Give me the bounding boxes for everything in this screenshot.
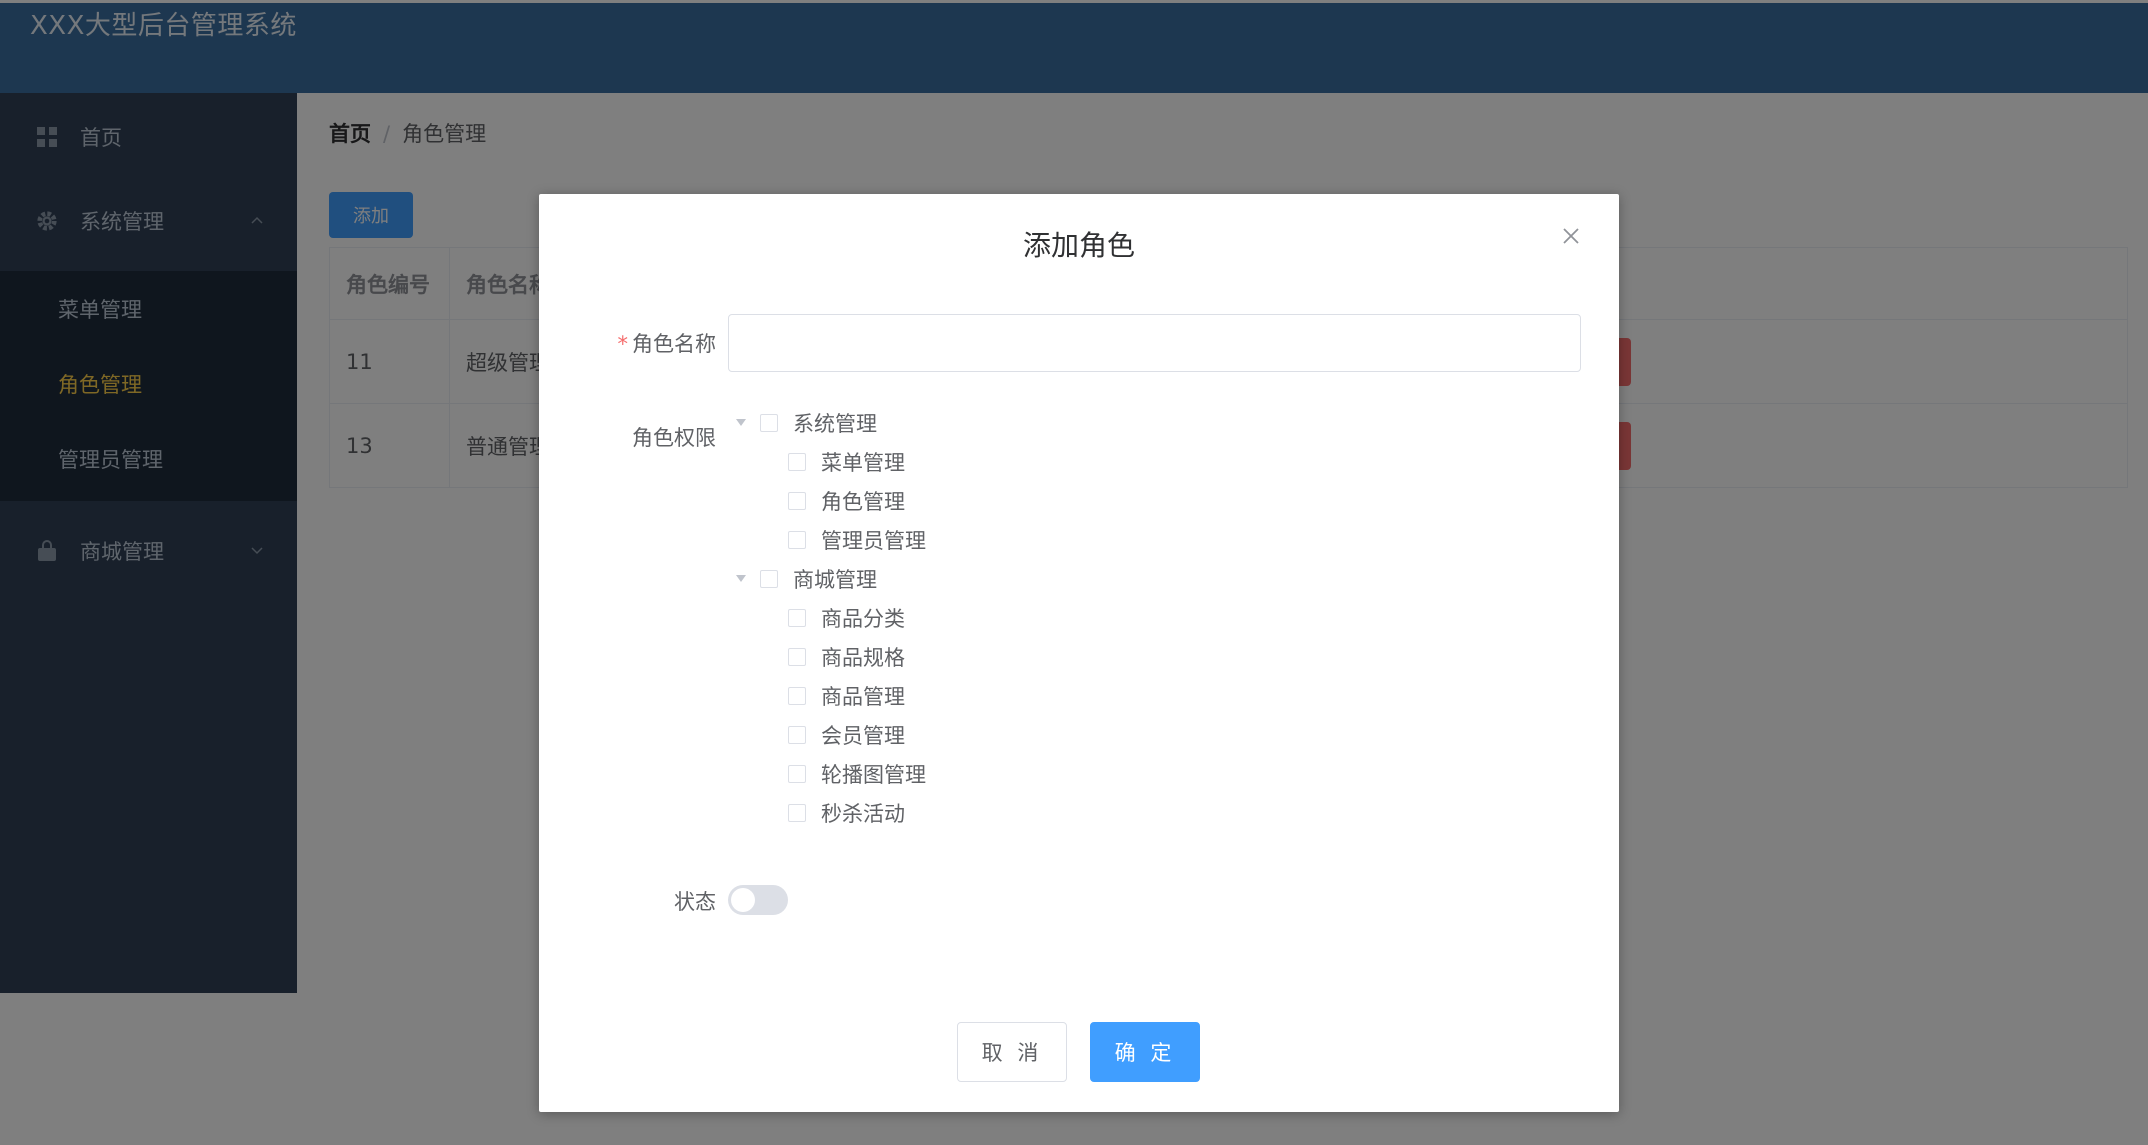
tree-checkbox[interactable] [788, 765, 806, 783]
tree-checkbox[interactable] [760, 570, 778, 588]
status-switch[interactable] [728, 885, 788, 915]
tree-checkbox[interactable] [788, 687, 806, 705]
tree-node-roles[interactable]: 角色管理 [788, 486, 905, 516]
tree-node-label: 轮播图管理 [821, 763, 926, 787]
dialog-title: 添加角色 [1022, 229, 1135, 262]
tree-checkbox[interactable] [788, 804, 806, 822]
tree-node-system[interactable]: 系统管理 [736, 408, 877, 438]
tree-checkbox[interactable] [788, 726, 806, 744]
caret-down-icon[interactable] [736, 419, 746, 427]
role-name-input[interactable] [728, 314, 1581, 372]
role-name-label-text: 角色名称 [632, 332, 716, 356]
tree-checkbox[interactable] [788, 531, 806, 549]
tree-node-label: 菜单管理 [821, 451, 905, 475]
tree-node-label: 角色管理 [821, 490, 905, 514]
tree-node-label: 秒杀活动 [821, 802, 905, 826]
status-label: 状态 [674, 890, 716, 914]
tree-node-label: 会员管理 [821, 724, 905, 748]
tree-node-admins[interactable]: 管理员管理 [788, 525, 926, 555]
role-name-label: * 角色名称 [618, 328, 717, 358]
tree-node-category[interactable]: 商品分类 [788, 603, 905, 633]
tree-node-members[interactable]: 会员管理 [788, 720, 905, 750]
tree-node-label: 管理员管理 [821, 529, 926, 553]
tree-node-label: 系统管理 [793, 412, 877, 436]
tree-checkbox[interactable] [760, 414, 778, 432]
tree-node-label: 商品管理 [821, 685, 905, 709]
tree-checkbox[interactable] [788, 453, 806, 471]
cancel-button[interactable]: 取 消 [957, 1022, 1067, 1082]
tree-checkbox[interactable] [788, 492, 806, 510]
tree-node-spec[interactable]: 商品规格 [788, 642, 905, 672]
tree-node-seckill[interactable]: 秒杀活动 [788, 798, 905, 828]
required-asterisk: * [617, 332, 629, 356]
close-icon[interactable] [1561, 226, 1581, 246]
tree-checkbox[interactable] [788, 609, 806, 627]
confirm-button[interactable]: 确 定 [1090, 1022, 1200, 1082]
add-role-dialog: 添加角色 * 角色名称 角色权限 系统管理 菜单管理 角色管理 管理员管理 商城管… [539, 194, 1619, 1112]
tree-node-mall[interactable]: 商城管理 [736, 564, 877, 594]
tree-node-label: 商品分类 [821, 607, 905, 631]
role-permission-label: 角色权限 [632, 426, 716, 450]
switch-knob [731, 888, 755, 912]
caret-down-icon[interactable] [736, 575, 746, 583]
tree-node-menu[interactable]: 菜单管理 [788, 447, 905, 477]
tree-node-label: 商品规格 [821, 646, 905, 670]
tree-node-label: 商城管理 [793, 568, 877, 592]
tree-node-banner[interactable]: 轮播图管理 [788, 759, 926, 789]
tree-checkbox[interactable] [788, 648, 806, 666]
tree-node-goods[interactable]: 商品管理 [788, 681, 905, 711]
